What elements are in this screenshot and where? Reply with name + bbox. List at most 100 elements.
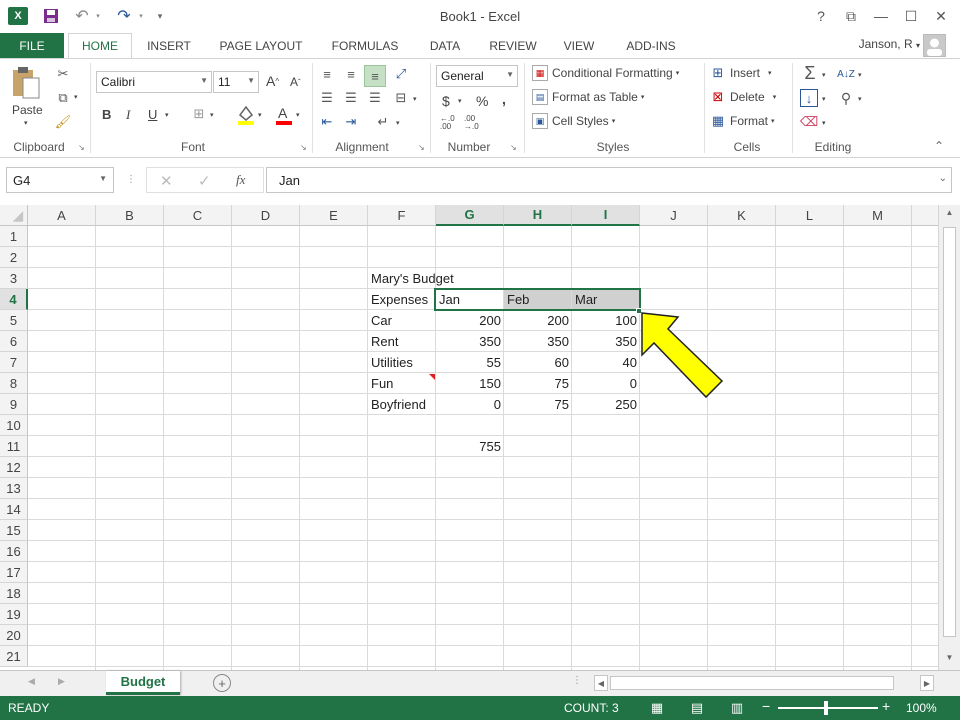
column-header-a[interactable]: A: [28, 205, 96, 226]
user-account-name[interactable]: Janson, R ▾: [859, 37, 920, 51]
row-header-18[interactable]: 18: [0, 583, 28, 604]
column-header-f[interactable]: F: [368, 205, 436, 226]
cell-g7[interactable]: 55: [436, 352, 504, 373]
tab-data[interactable]: DATA: [420, 33, 470, 58]
close-button[interactable]: ✕: [926, 4, 956, 28]
cell-styles-button[interactable]: ▣ Cell Styles ▾: [532, 113, 615, 129]
tab-page-layout[interactable]: PAGE LAYOUT: [212, 33, 310, 58]
wrap-dropdown-icon[interactable]: ▾: [396, 119, 400, 127]
column-header-b[interactable]: B: [96, 205, 164, 226]
scroll-left-icon[interactable]: ◀: [594, 675, 608, 691]
select-all-button[interactable]: [0, 205, 28, 226]
copy-dropdown-icon[interactable]: ▾: [74, 93, 78, 101]
bold-button[interactable]: B: [102, 107, 111, 122]
insert-cells-button[interactable]: ⊞ Insert ▾: [710, 65, 772, 81]
cell-f7[interactable]: Utilities: [368, 352, 436, 373]
row-header-20[interactable]: 20: [0, 625, 28, 646]
next-sheet-icon[interactable]: ▶: [58, 676, 65, 687]
row-header-5[interactable]: 5: [0, 310, 28, 331]
cell-g6[interactable]: 350: [436, 331, 504, 352]
new-sheet-icon[interactable]: +: [213, 674, 231, 692]
tab-split-grip-icon[interactable]: ⋮: [572, 675, 582, 686]
column-header-m[interactable]: M: [844, 205, 912, 226]
row-header-12[interactable]: 12: [0, 457, 28, 478]
shrink-font-button[interactable]: Aˇ: [290, 75, 301, 89]
cancel-entry-icon[interactable]: ✕: [160, 172, 173, 190]
autosum-dropdown-icon[interactable]: ▾: [822, 71, 826, 79]
cell-h9[interactable]: 75: [504, 394, 572, 415]
format-painter-icon[interactable]: 🖌: [54, 113, 72, 131]
copy-icon[interactable]: ⧉: [54, 89, 72, 107]
scroll-down-icon[interactable]: ▼: [942, 653, 957, 667]
borders-dropdown-icon[interactable]: ▾: [210, 111, 214, 119]
zoom-level[interactable]: 100%: [906, 701, 937, 715]
font-name-dropdown-icon[interactable]: ▼: [200, 76, 208, 85]
number-launcher-icon[interactable]: ↘: [510, 143, 517, 152]
autosum-icon[interactable]: Σ: [800, 63, 820, 83]
fill-icon[interactable]: ↓: [800, 89, 818, 107]
comma-button[interactable]: ,: [502, 91, 506, 107]
fill-color-dropdown-icon[interactable]: ▾: [258, 111, 262, 119]
row-header-1[interactable]: 1: [0, 226, 28, 247]
collapse-ribbon-icon[interactable]: ⌃: [934, 139, 944, 153]
page-layout-view-icon[interactable]: ▤: [688, 699, 706, 717]
wrap-text-icon[interactable]: ↵: [374, 113, 392, 131]
row-header-9[interactable]: 9: [0, 394, 28, 415]
tab-formulas[interactable]: FORMULAS: [324, 33, 406, 58]
tab-home[interactable]: HOME: [68, 33, 132, 58]
increase-decimal-icon[interactable]: ←.0.00: [440, 115, 460, 131]
horizontal-scroll-thumb[interactable]: [610, 676, 894, 690]
merge-center-icon[interactable]: ⊟: [392, 89, 410, 107]
find-select-icon[interactable]: ⚲: [836, 89, 856, 107]
zoom-in-icon[interactable]: +: [882, 698, 890, 714]
format-cells-button[interactable]: ▦ Format ▾: [710, 113, 775, 129]
tab-view[interactable]: VIEW: [556, 33, 602, 58]
normal-view-icon[interactable]: ▦: [648, 699, 666, 717]
column-header-k[interactable]: K: [708, 205, 776, 226]
decrease-indent-icon[interactable]: ⇤: [318, 113, 336, 131]
number-format-dropdown-icon[interactable]: ▼: [506, 70, 514, 79]
cell-f8[interactable]: Fun: [368, 373, 436, 394]
currency-button[interactable]: $: [442, 93, 450, 109]
font-color-dropdown-icon[interactable]: ▾: [296, 111, 300, 119]
font-size-dropdown-icon[interactable]: ▼: [247, 76, 255, 85]
maximize-button[interactable]: ☐: [896, 4, 926, 28]
sort-filter-dropdown-icon[interactable]: ▾: [858, 71, 862, 79]
confirm-entry-icon[interactable]: ✓: [198, 172, 211, 190]
worksheet-grid[interactable]: A B C D E F G H I J K L M 1 2 3 4 5 6 7 …: [0, 205, 938, 670]
paste-button[interactable]: Paste: [12, 103, 43, 117]
tab-add-ins[interactable]: ADD-INS: [616, 33, 686, 58]
find-select-dropdown-icon[interactable]: ▾: [858, 95, 862, 103]
minimize-button[interactable]: —: [866, 4, 896, 28]
top-align-icon[interactable]: ≡: [318, 65, 336, 83]
cell-f3[interactable]: Mary's Budget: [368, 268, 504, 289]
row-header-19[interactable]: 19: [0, 604, 28, 625]
format-as-table-button[interactable]: ▤ Format as Table ▾: [532, 89, 644, 105]
cell-h8[interactable]: 75: [504, 373, 572, 394]
row-header-8[interactable]: 8: [0, 373, 28, 394]
scroll-up-icon[interactable]: ▲: [942, 208, 957, 222]
clear-dropdown-icon[interactable]: ▾: [822, 119, 826, 127]
row-header-14[interactable]: 14: [0, 499, 28, 520]
cell-g8[interactable]: 150: [436, 373, 504, 394]
name-box[interactable]: G4 ▼: [6, 167, 114, 193]
conditional-formatting-button[interactable]: ▦ Conditional Formatting ▾: [532, 65, 679, 81]
align-right-icon[interactable]: ☰: [366, 89, 384, 107]
cut-icon[interactable]: ✂: [54, 65, 72, 83]
font-color-icon[interactable]: A: [274, 103, 294, 125]
tab-insert[interactable]: INSERT: [138, 33, 200, 58]
help-button[interactable]: ?: [806, 4, 836, 28]
row-header-7[interactable]: 7: [0, 352, 28, 373]
vertical-scrollbar[interactable]: ▲ ▼: [938, 205, 960, 670]
column-header-c[interactable]: C: [164, 205, 232, 226]
column-header-l[interactable]: L: [776, 205, 844, 226]
column-header-d[interactable]: D: [232, 205, 300, 226]
vertical-scroll-thumb[interactable]: [943, 227, 956, 637]
cell-g9[interactable]: 0: [436, 394, 504, 415]
font-size-combo[interactable]: 11 ▼: [213, 71, 259, 93]
orientation-icon[interactable]: ⤢: [392, 65, 410, 83]
prev-sheet-icon[interactable]: ◀: [28, 676, 35, 687]
cell-h6[interactable]: 350: [504, 331, 572, 352]
delete-cells-button[interactable]: ⊠ Delete ▾: [710, 89, 777, 105]
ribbon-display-options-button[interactable]: ⧉: [836, 4, 866, 28]
